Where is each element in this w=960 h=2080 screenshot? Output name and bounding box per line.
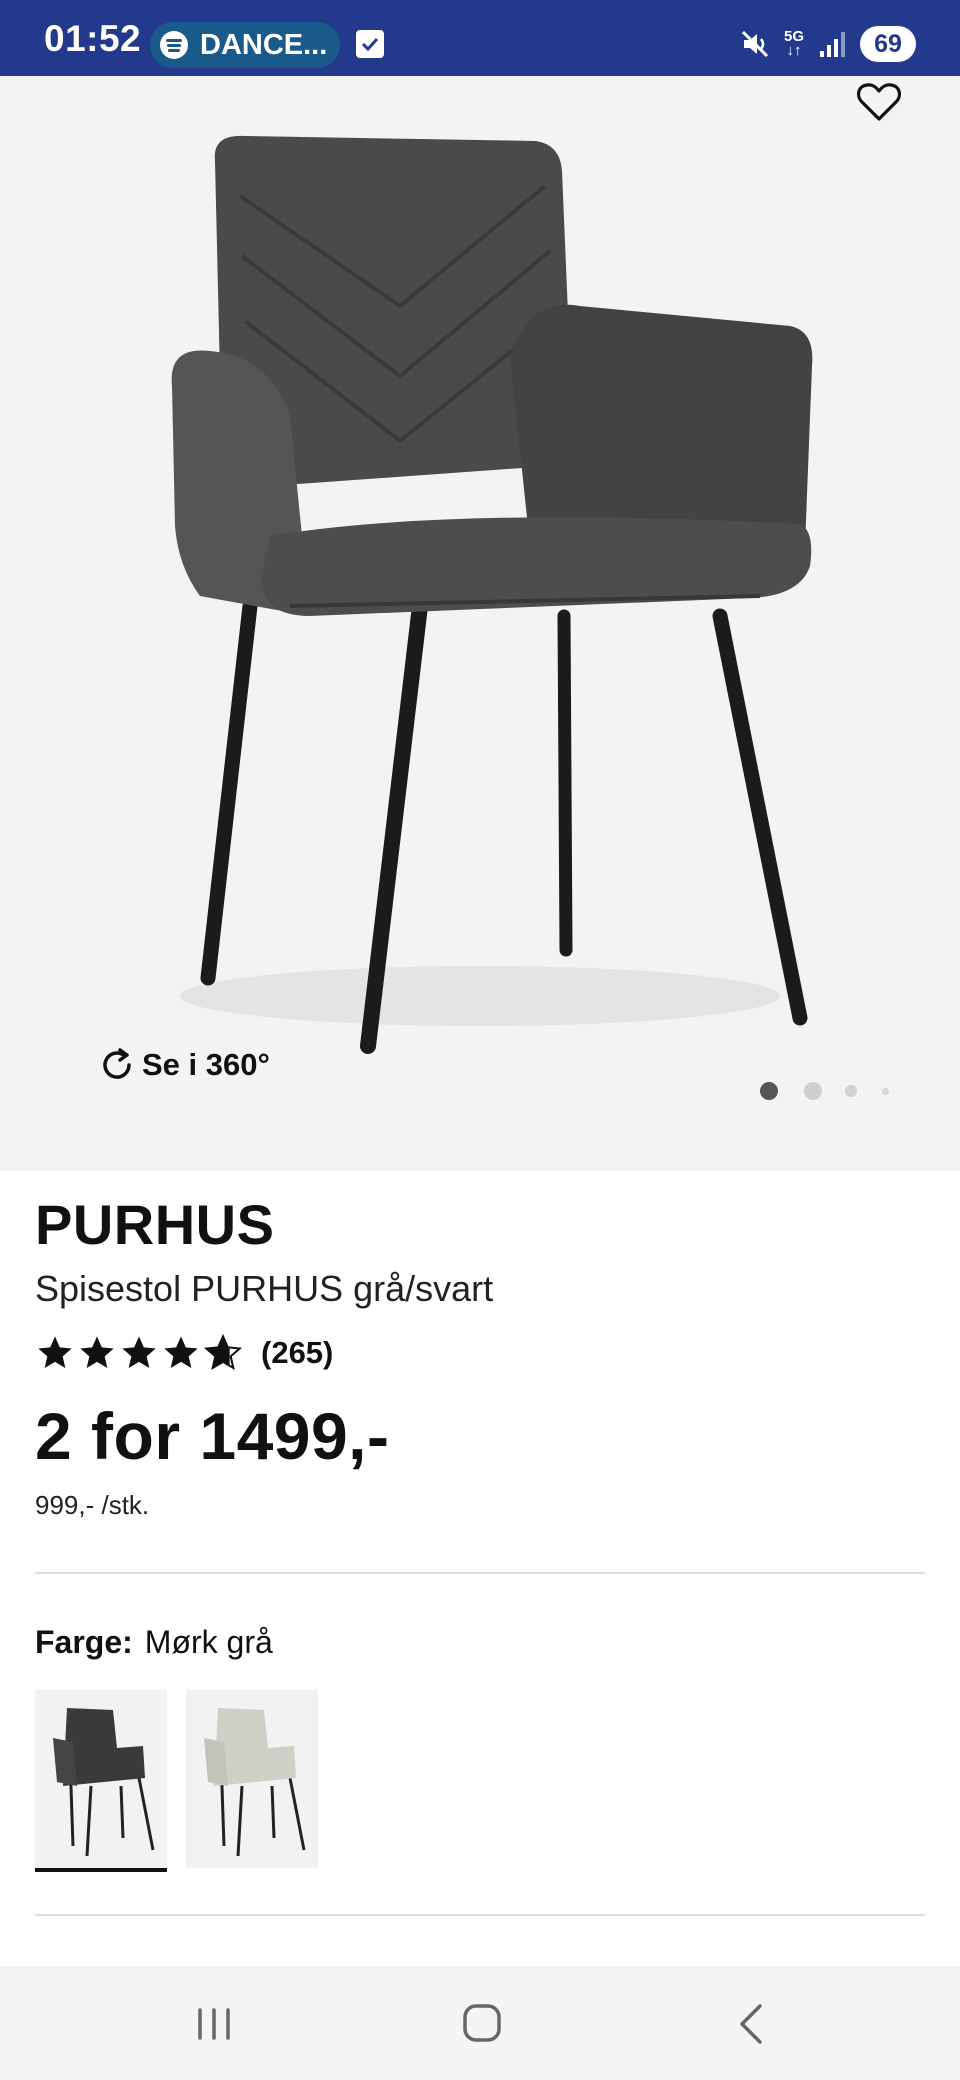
star-icon [80, 1336, 114, 1368]
product-brand: PURHUS [35, 1193, 275, 1256]
media-title: DANCE... [200, 29, 328, 61]
network-type: 5G ↓↑ [783, 28, 804, 59]
back-icon[interactable] [722, 1996, 782, 2052]
media-notification-pill[interactable]: DANCE... [150, 22, 340, 68]
product-image [171, 135, 813, 1054]
rating-stars [35, 1333, 243, 1373]
view-360-button[interactable]: Se i 360° [98, 1044, 270, 1086]
view-360-label: Se i 360° [142, 1047, 270, 1082]
star-half-icon [203, 1333, 243, 1371]
unit-price: 999,- /stk. [35, 1490, 150, 1520]
star-icon [164, 1336, 198, 1368]
status-time: 01:52 [44, 18, 142, 59]
heart-icon[interactable] [855, 78, 903, 126]
color-swatch-light-grey[interactable] [186, 1690, 318, 1868]
carousel-dot[interactable] [882, 1088, 889, 1095]
divider [35, 1914, 925, 1916]
battery-icon: 69 [860, 26, 916, 62]
product-subtitle: Spisestol PURHUS grå/svart [35, 1268, 494, 1309]
home-icon[interactable] [452, 1996, 512, 2052]
carousel-dot[interactable] [845, 1085, 857, 1097]
system-navigation-bar [0, 1966, 960, 2080]
color-selector-heading: Farge: Mørk grå [35, 1624, 273, 1661]
rotate-icon [103, 1048, 131, 1079]
star-icon [122, 1336, 156, 1368]
recent-apps-icon[interactable] [184, 1996, 244, 2052]
carousel-dot[interactable] [804, 1082, 822, 1100]
status-bar: 01:52 DANCE... 5G ↓↑ 69 [0, 0, 960, 76]
product-price: 2 for 1499,- [35, 1399, 390, 1473]
star-icon [38, 1336, 72, 1368]
rating-count: (265) [261, 1335, 334, 1370]
carousel-dot[interactable] [760, 1082, 778, 1100]
mute-icon [741, 30, 769, 58]
swatch-image [53, 1708, 155, 1857]
signal-icon [820, 32, 845, 57]
color-swatch-dark-grey[interactable] [35, 1690, 167, 1872]
product-rating[interactable]: (265) [35, 1330, 333, 1376]
product-image-gallery[interactable]: Se i 360° [0, 76, 960, 1171]
checkbox-icon [356, 30, 384, 58]
color-label: Farge: [35, 1624, 133, 1660]
divider [35, 1572, 925, 1574]
spotify-icon [160, 31, 188, 59]
color-value: Mørk grå [144, 1624, 273, 1660]
swatch-image [204, 1708, 306, 1857]
status-icons: 5G ↓↑ 69 [740, 20, 916, 68]
